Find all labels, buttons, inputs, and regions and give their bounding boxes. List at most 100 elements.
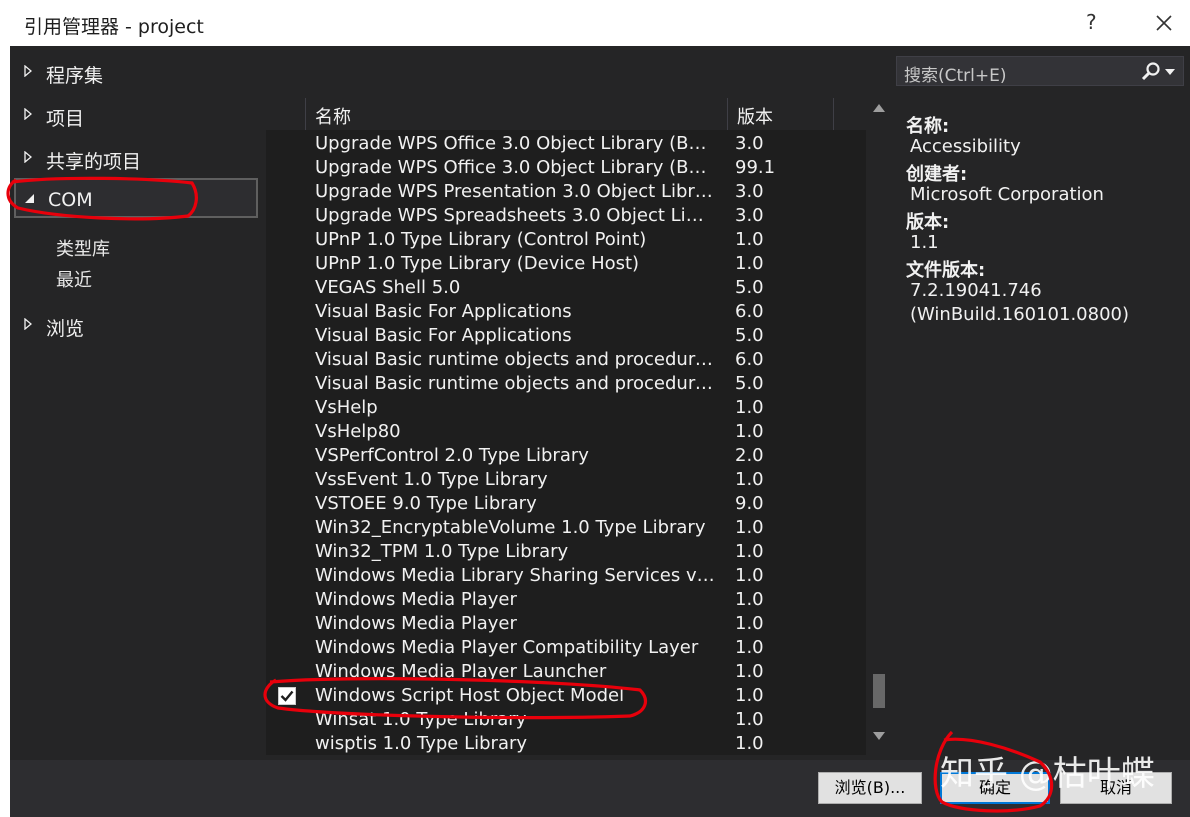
list-item[interactable]: Winsat 1.0 Type Library 1.0 [266,708,866,732]
title-bar: 引用管理器 - project ? [10,0,1190,46]
list-item-name: UPnP 1.0 Type Library (Device Host) [315,253,640,274]
nav-item-assemblies[interactable]: 程序集 [14,51,258,91]
search-input[interactable]: 搜索(Ctrl+E) [896,56,1184,86]
list-item[interactable]: VSTOEE 9.0 Type Library 9.0 [266,492,866,516]
list-item[interactable]: VSPerfControl 2.0 Type Library 2.0 [266,444,866,468]
list-item[interactable]: UPnP 1.0 Type Library (Control Point) 1.0 [266,228,866,252]
list-item-version: 1.0 [735,421,764,442]
expand-arrow-icon [24,108,32,120]
list-item[interactable]: Visual Basic runtime objects and procedu… [266,348,866,372]
list-item-name: UPnP 1.0 Type Library (Control Point) [315,229,647,250]
detail-name-label: 名称: [906,116,950,137]
list-item-name: Windows Script Host Object Model [315,685,625,706]
list-item[interactable]: Win32_TPM 1.0 Type Library 1.0 [266,540,866,564]
list-item-name: Visual Basic For Applications [315,301,572,322]
nav-subitem-recent[interactable]: 最近 [56,266,92,292]
column-header-version[interactable]: 版本 [728,98,834,130]
details-panel: 名称: Accessibility 创建者: Microsoft Corpora… [906,112,1186,328]
list-item-name: Windows Media Player Launcher [315,661,607,682]
expand-arrow-icon [24,318,32,330]
list-item-version: 6.0 [735,301,764,322]
detail-file-version-build: (WinBuild.160101.0800) [910,304,1130,325]
scrollbar-thumb[interactable] [873,674,885,708]
list-item[interactable]: VssEvent 1.0 Type Library 1.0 [266,468,866,492]
nav-item-label: COM [48,189,93,211]
list-item[interactable]: Windows Script Host Object Model 1.0 [266,684,866,708]
help-button[interactable]: ? [1086,10,1097,34]
list-item[interactable]: Upgrade WPS Office 3.0 Object Library (B… [266,156,866,180]
vertical-scrollbar[interactable] [870,102,888,752]
list-item[interactable]: VEGAS Shell 5.0 5.0 [266,276,866,300]
list-item-version: 99.1 [735,157,776,178]
list-item-version: 1.0 [735,565,764,586]
detail-creator-value: Microsoft Corporation [910,184,1104,205]
list-item-version: 2.0 [735,445,764,466]
chevron-down-icon[interactable] [1165,69,1175,75]
search-icon[interactable] [1141,61,1161,81]
column-header-label: 版本 [737,107,773,128]
detail-name-value: Accessibility [910,136,1021,157]
nav-item-browse[interactable]: 浏览 [14,304,258,344]
list-item-name: Win32_TPM 1.0 Type Library [315,541,569,562]
list-item[interactable]: Upgrade WPS Spreadsheets 3.0 Object Libr… [266,204,866,228]
list-item-name: VEGAS Shell 5.0 [315,277,461,298]
list-item-version: 1.0 [735,469,764,490]
nav-item-projects[interactable]: 项目 [14,94,258,134]
close-icon [1156,15,1172,31]
list-item-version: 1.0 [735,637,764,658]
list-item-version: 1.0 [735,589,764,610]
list-item-name: Winsat 1.0 Type Library [315,709,527,730]
list-item[interactable]: wisptis 1.0 Type Library 1.0 [266,732,866,755]
list-item-name: Upgrade WPS Presentation 3.0 Object Libr… [315,181,715,202]
search-placeholder: 搜索(Ctrl+E) [904,66,1007,86]
list-item-version: 1.0 [735,709,764,730]
browse-button[interactable]: 浏览(B)... [818,772,922,804]
list-item[interactable]: Visual Basic runtime objects and procedu… [266,372,866,396]
list-item[interactable]: Windows Media Player 1.0 [266,612,866,636]
list-item[interactable]: Win32_EncryptableVolume 1.0 Type Library… [266,516,866,540]
checkbox-checked-icon[interactable] [278,687,296,705]
list-item-name: Upgrade WPS Spreadsheets 3.0 Object Libr… [315,205,715,226]
list-item-version: 1.0 [735,397,764,418]
list-item-version: 5.0 [735,373,764,394]
list-item[interactable]: Upgrade WPS Office 3.0 Object Library (B… [266,132,866,156]
list-item-version: 1.0 [735,661,764,682]
list-item[interactable]: Upgrade WPS Presentation 3.0 Object Libr… [266,180,866,204]
list-item[interactable]: UPnP 1.0 Type Library (Device Host) 1.0 [266,252,866,276]
window-title: 引用管理器 - project [24,16,204,38]
list-item-name: Visual Basic runtime objects and procedu… [315,373,715,394]
list-item-name: Windows Media Player Compatibility Layer [315,637,699,658]
list-item-version: 1.0 [735,613,764,634]
list-item[interactable]: Windows Media Player 1.0 [266,588,866,612]
list-item[interactable]: Visual Basic For Applications 5.0 [266,324,866,348]
list-item[interactable]: Windows Media Player Compatibility Layer… [266,636,866,660]
list-item-version: 3.0 [735,133,764,154]
list-item-version: 3.0 [735,205,764,226]
list-item-version: 5.0 [735,277,764,298]
detail-version-value: 1.1 [910,232,939,253]
component-list[interactable]: 名称 版本 Upgrade WPS Office 3.0 Object Libr… [266,98,866,755]
nav-item-shared-projects[interactable]: 共享的项目 [14,137,258,177]
column-header-check[interactable] [266,98,306,130]
column-header-name[interactable]: 名称 [306,98,728,130]
list-item[interactable]: VsHelp 1.0 [266,396,866,420]
list-item[interactable]: VsHelp80 1.0 [266,420,866,444]
list-item[interactable]: Visual Basic For Applications 6.0 [266,300,866,324]
list-header: 名称 版本 [266,98,866,130]
nav-item-label: 程序集 [46,65,104,87]
scroll-down-arrow-icon[interactable] [873,732,885,740]
nav-subitem-type-libraries[interactable]: 类型库 [56,235,110,261]
list-item-name: wisptis 1.0 Type Library [315,733,528,754]
list-item-name: VSTOEE 9.0 Type Library [315,493,537,514]
list-item[interactable]: Windows Media Library Sharing Services v… [266,564,866,588]
scroll-up-arrow-icon[interactable] [873,104,885,112]
expand-arrow-icon [24,65,32,77]
close-button[interactable] [1142,2,1186,44]
list-item-version: 1.0 [735,541,764,562]
collapse-arrow-icon [25,194,34,203]
nav-item-com[interactable]: COM [14,178,258,218]
list-item-version: 1.0 [735,229,764,250]
list-item[interactable]: Windows Media Player Launcher 1.0 [266,660,866,684]
list-item-name: VSPerfControl 2.0 Type Library [315,445,589,466]
reference-manager-dialog: 程序集 项目 共享的项目 COM 类型库 最近 浏览 搜索(Ctrl+E) 名称… [10,46,1190,817]
